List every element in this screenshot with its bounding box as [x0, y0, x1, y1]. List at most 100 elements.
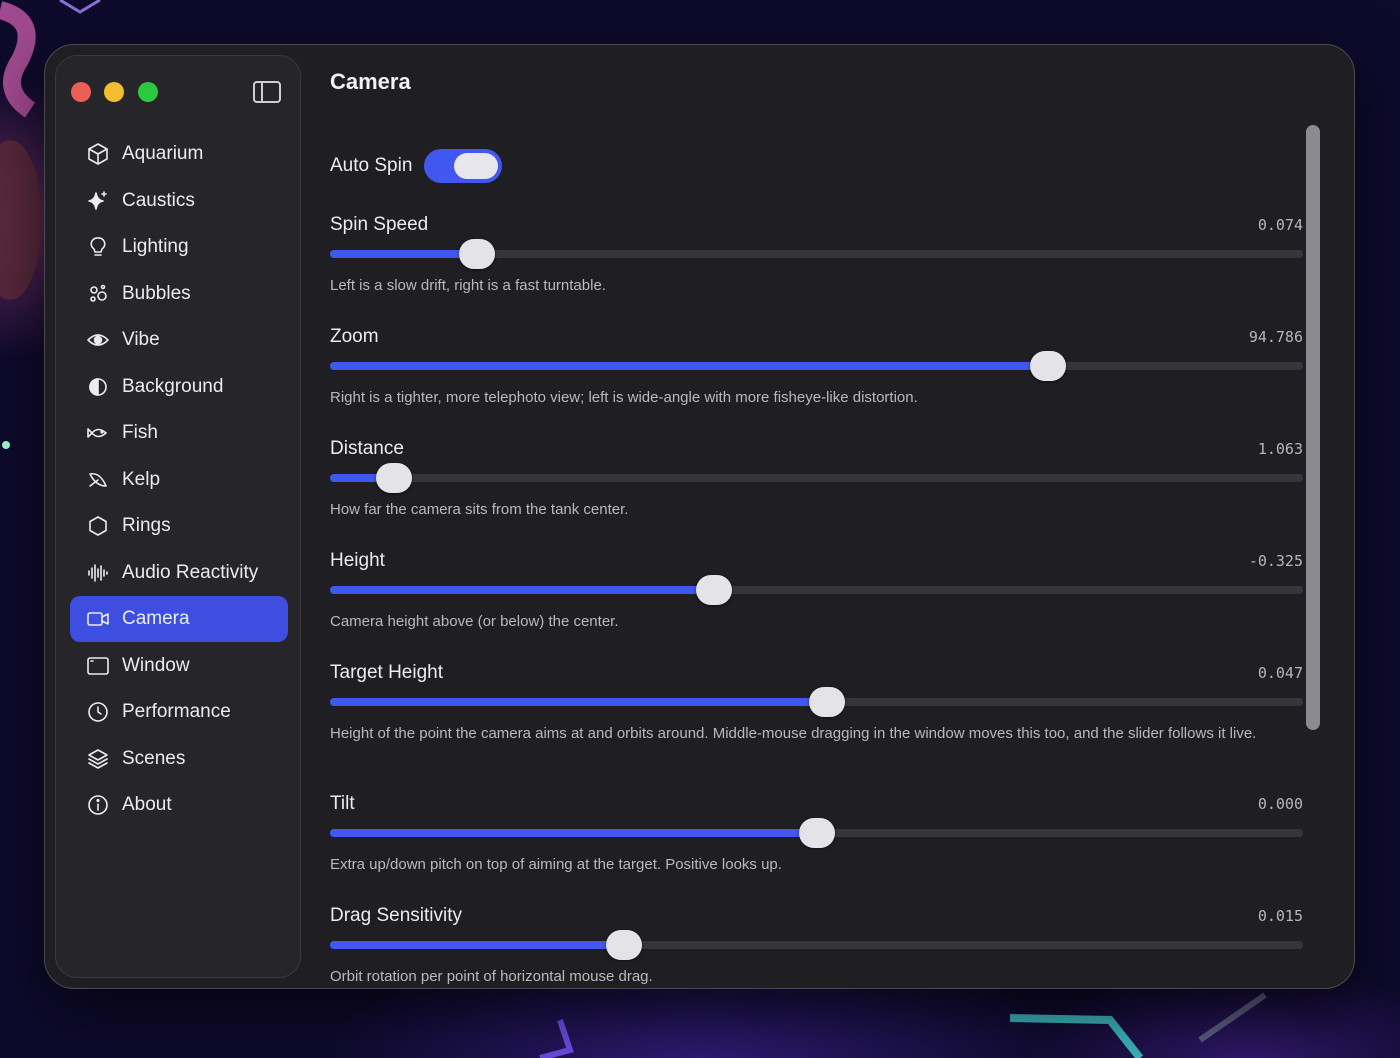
sidebar-item-about[interactable]: About: [70, 782, 288, 828]
sidebar-item-background[interactable]: Background: [70, 364, 288, 410]
sidebar-item-label: Lighting: [122, 236, 189, 257]
bubbles-icon: [84, 280, 112, 308]
slider-fill: [330, 941, 624, 949]
slider-description: Left is a slow drift, right is a fast tu…: [330, 277, 606, 294]
sidebar-item-caustics[interactable]: Caustics: [70, 178, 288, 224]
fish-icon: [84, 419, 112, 447]
slider-description: Extra up/down pitch on top of aiming at …: [330, 856, 782, 873]
sidebar-item-fish[interactable]: Fish: [70, 410, 288, 456]
slider-fill: [330, 586, 714, 594]
slider-thumb[interactable]: [606, 930, 642, 960]
half-circle-icon: [84, 373, 112, 401]
hexagon-icon: [84, 512, 112, 540]
sidebar-toggle-icon[interactable]: [253, 81, 281, 103]
slider-fill: [330, 829, 817, 837]
cube-icon: [84, 140, 112, 168]
gauge-icon: [84, 698, 112, 726]
sidebar-nav: Aquarium Caustics Lighting Bubbles Vibe …: [70, 131, 288, 829]
sidebar-item-bubbles[interactable]: Bubbles: [70, 271, 288, 317]
sidebar-item-label: Fish: [122, 422, 158, 443]
sidebar-item-label: Caustics: [122, 189, 195, 211]
sidebar-item-kelp[interactable]: Kelp: [70, 457, 288, 503]
layers-icon: [84, 745, 112, 773]
sidebar-item-window[interactable]: Window: [70, 643, 288, 689]
sidebar-item-audio-reactivity[interactable]: Audio Reactivity: [70, 550, 288, 596]
slider-value: 0.047: [1257, 664, 1303, 682]
slider-thumb[interactable]: [696, 575, 732, 605]
sidebar-item-label: Audio Reactivity: [122, 561, 259, 583]
sidebar-item-label: Camera: [122, 608, 190, 629]
slider-track[interactable]: [330, 930, 1303, 960]
sidebar-item-vibe[interactable]: Vibe: [70, 317, 288, 363]
slider-description: Height of the point the camera aims at a…: [330, 725, 1257, 742]
slider-thumb[interactable]: [459, 239, 495, 269]
slider-thumb[interactable]: [799, 818, 835, 848]
page-title: Camera: [330, 69, 411, 94]
slider-value: 0.015: [1257, 907, 1303, 925]
slider-thumb[interactable]: [809, 687, 845, 717]
slider-track[interactable]: [330, 239, 1303, 269]
slider-description: Orbit rotation per point of horizontal m…: [330, 968, 653, 985]
slider-track[interactable]: [330, 351, 1303, 381]
sidebar: Aquarium Caustics Lighting Bubbles Vibe …: [55, 55, 301, 978]
sidebar-item-label: Background: [122, 375, 224, 397]
sidebar-item-lighting[interactable]: Lighting: [70, 224, 288, 270]
sidebar-item-rings[interactable]: Rings: [70, 503, 288, 549]
slider-track[interactable]: [330, 463, 1303, 493]
leaf-icon: [84, 466, 112, 494]
slider-label: Tilt: [330, 793, 355, 814]
slider-label: Spin Speed: [330, 214, 429, 235]
slider-value: -0.325: [1248, 552, 1303, 570]
info-icon: [84, 791, 112, 819]
sidebar-item-label: Scenes: [122, 747, 186, 769]
slider-track[interactable]: [330, 687, 1303, 717]
close-window-button[interactable]: [71, 82, 91, 102]
scrollbar[interactable]: [1306, 125, 1320, 730]
sidebar-item-camera[interactable]: Camera: [70, 596, 288, 642]
slider-label: Zoom: [330, 326, 379, 347]
slider-value: 94.786: [1248, 328, 1303, 346]
eye-icon: [84, 326, 112, 354]
slider-fill: [330, 362, 1048, 370]
slider-description: Right is a tighter, more telephoto view;…: [330, 389, 918, 406]
sidebar-item-label: Aquarium: [122, 143, 204, 164]
sidebar-item-label: Bubbles: [122, 282, 191, 304]
slider-description: How far the camera sits from the tank ce…: [330, 501, 629, 518]
auto-spin-row: Auto Spin: [330, 149, 503, 183]
toggle-knob: [454, 153, 499, 179]
sidebar-item-performance[interactable]: Performance: [70, 689, 288, 735]
sidebar-item-label: Performance: [122, 701, 231, 722]
sidebar-item-label: Rings: [122, 515, 171, 536]
slider-label: Drag Sensitivity: [330, 905, 462, 926]
slider-track[interactable]: [330, 575, 1303, 605]
sidebar-item-aquarium[interactable]: Aquarium: [70, 131, 288, 177]
video-camera-icon: [84, 605, 112, 633]
slider-label: Target Height: [330, 662, 444, 683]
slider-value: 0.074: [1257, 216, 1303, 234]
slider-thumb[interactable]: [1030, 351, 1066, 381]
slider-label: Distance: [330, 438, 404, 459]
slider-value: 0.000: [1257, 795, 1303, 813]
auto-spin-label: Auto Spin: [330, 155, 413, 176]
minimize-window-button[interactable]: [104, 82, 124, 102]
slider-value: 1.063: [1257, 440, 1303, 458]
waveform-icon: [84, 559, 112, 587]
settings-window: Aquarium Caustics Lighting Bubbles Vibe …: [44, 44, 1355, 989]
slider-fill: [330, 250, 477, 258]
sparkle-icon: [84, 187, 112, 215]
sidebar-item-label: Kelp: [122, 468, 161, 490]
lightbulb-icon: [84, 233, 112, 261]
sidebar-item-label: Vibe: [122, 329, 160, 350]
sidebar-item-scenes[interactable]: Scenes: [70, 736, 288, 782]
slider-description: Camera height above (or below) the cente…: [330, 613, 619, 630]
auto-spin-toggle[interactable]: [424, 149, 503, 183]
window-icon: [84, 652, 112, 680]
main-content: Camera Auto Spin Spin Speed 0.074 Left i…: [330, 45, 1330, 988]
slider-fill: [330, 698, 827, 706]
slider-label: Height: [330, 550, 385, 571]
sidebar-item-label: Window: [122, 654, 190, 676]
slider-track[interactable]: [330, 818, 1303, 848]
zoom-window-button[interactable]: [138, 82, 158, 102]
sidebar-item-label: About: [122, 794, 172, 815]
slider-thumb[interactable]: [376, 463, 412, 493]
